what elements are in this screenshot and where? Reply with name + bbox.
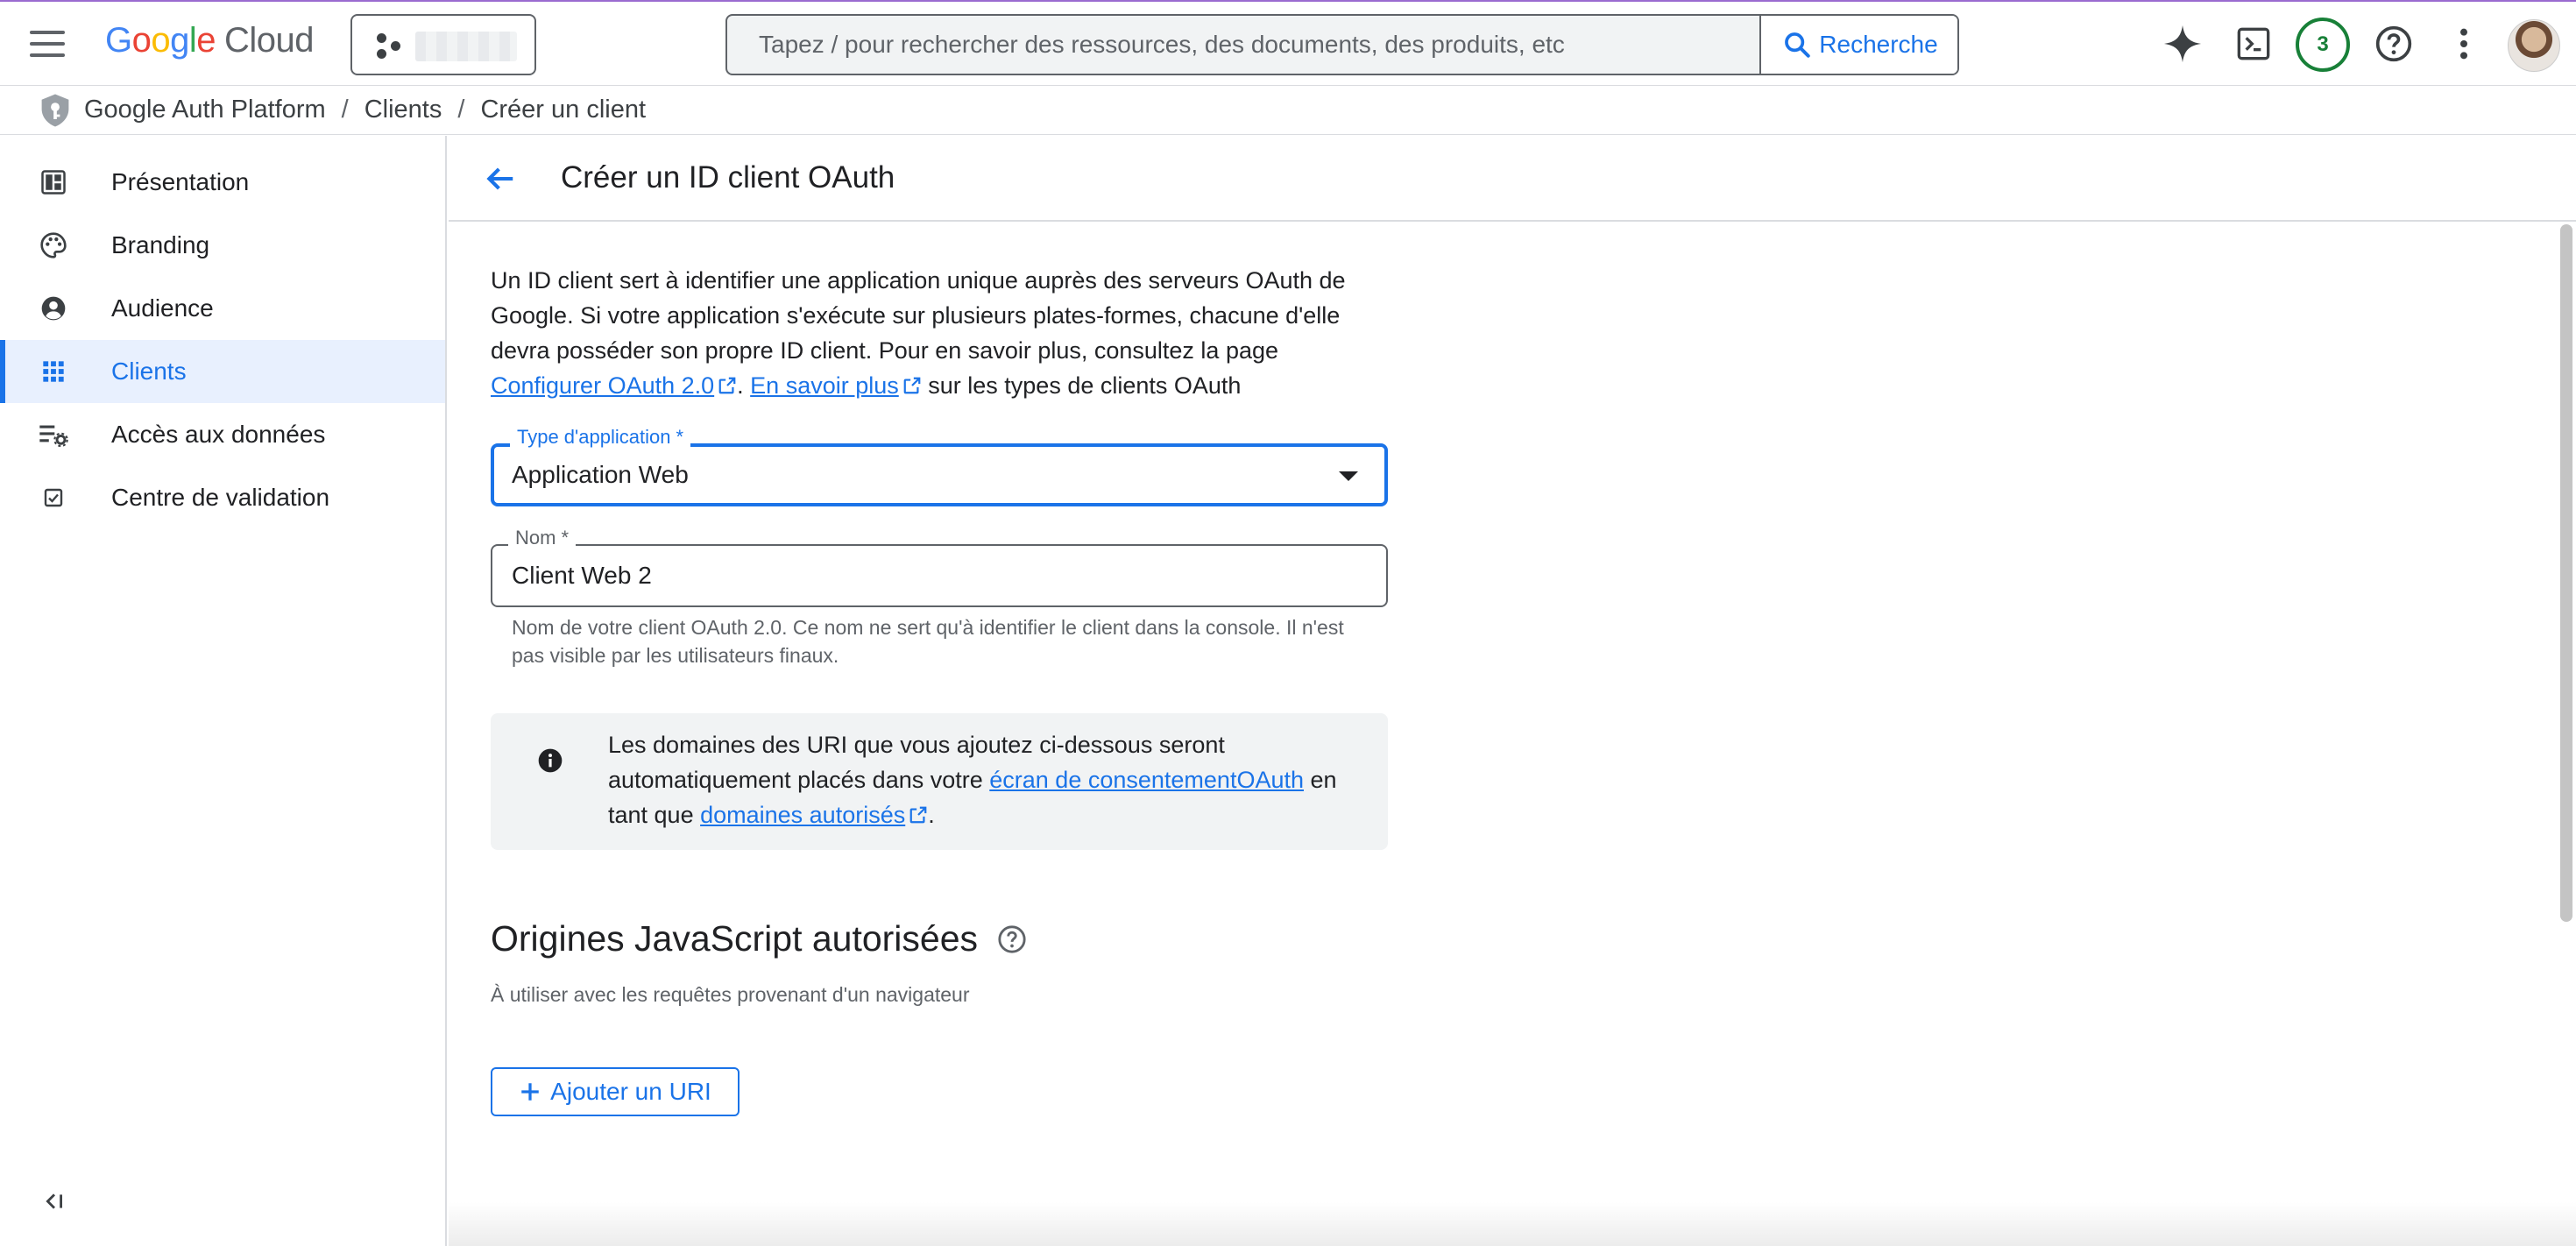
breadcrumb-separator: / [341,96,349,124]
authorized-domains-link[interactable]: domaines autorisés [700,802,905,828]
dropdown-arrow-icon [1339,471,1358,481]
logo-cloud-text: Cloud [224,21,315,60]
js-origins-title-text: Origines JavaScript autorisées [491,918,979,959]
breadcrumb-separator: / [457,96,465,124]
intro-suffix: sur les types de clients OAuth [921,372,1242,399]
breadcrumb-clients[interactable]: Clients [364,96,442,124]
breadcrumb-auth-platform[interactable]: Google Auth Platform [84,96,326,124]
sidebar-item-clients[interactable]: Clients [0,340,445,403]
plus-icon [521,1083,539,1101]
data-settings-icon [39,420,68,450]
top-bar: Google Cloud Recherche 3 [0,0,2576,86]
project-name-redacted [415,32,517,61]
sidebar-item-audience[interactable]: Audience [0,277,445,340]
external-link-icon [903,377,921,394]
more-options-icon[interactable] [2441,21,2487,67]
account-avatar[interactable] [2508,19,2560,72]
consent-screen-link[interactable]: écran de consentementOAuth [989,767,1304,793]
application-type-value: Application Web [512,461,689,488]
search-icon [1785,32,1811,58]
sidebar-item-label: Branding [111,231,210,258]
project-picker-button[interactable] [350,14,536,75]
account-circle-icon [39,294,68,323]
auth-platform-shield-icon [41,94,69,126]
search-bar: Recherche [725,14,1959,75]
back-arrow-icon[interactable] [478,157,522,201]
info-icon [538,748,563,773]
page-header: Créer un ID client OAuth [449,136,2576,222]
js-origins-title: Origines JavaScript autorisées [491,918,1027,959]
gemini-sparkle-icon[interactable] [2160,21,2205,67]
cloud-shell-icon[interactable] [2231,21,2276,67]
main-menu-icon[interactable] [30,31,65,57]
apps-grid-icon [39,357,68,386]
google-cloud-logo[interactable]: Google Cloud [105,21,315,65]
project-icon [377,33,403,60]
sidebar-item-validation-center[interactable]: Centre de validation [0,466,445,529]
sidebar-item-label: Accès aux données [111,421,326,448]
sidebar-item-label: Clients [111,358,187,385]
breadcrumb-create-client: Créer un client [480,96,647,124]
notifications-badge[interactable]: 3 [2296,18,2350,72]
info-banner: Les domaines des URI que vous ajoutez ci… [491,713,1388,850]
info-text: Les domaines des URI que vous ajoutez ci… [608,727,1362,832]
sidebar-item-data-access[interactable]: Accès aux données [0,403,445,466]
sidebar-item-branding[interactable]: Branding [0,214,445,277]
search-button[interactable]: Recherche [1759,16,1957,74]
sidebar-item-presentation[interactable]: Présentation [0,151,445,214]
sidebar-item-label: Audience [111,294,214,322]
palette-icon [39,230,68,260]
breadcrumb: Google Auth Platform / Clients / Créer u… [0,86,2576,135]
page-title: Créer un ID client OAuth [561,160,895,195]
client-name-input[interactable] [492,546,1386,605]
intro-separator: . [737,372,751,399]
learn-more-link[interactable]: En savoir plus [750,372,899,399]
external-link-icon [718,377,736,394]
client-name-helper: Nom de votre client OAuth 2.0. Ce nom ne… [512,616,1344,667]
sidebar-item-label: Présentation [111,168,250,195]
help-icon[interactable] [2371,21,2417,67]
intro-paragraph: Un ID client sert à identifier une appli… [491,263,1376,403]
search-input[interactable] [727,16,1759,74]
add-uri-button[interactable]: Ajouter un URI [491,1067,740,1116]
main-scrollbar[interactable] [2560,224,2572,922]
bottom-shadow [449,1202,2576,1246]
help-circle-icon[interactable] [997,924,1027,954]
intro-text: Un ID client sert à identifier une appli… [491,267,1346,364]
sidebar: Présentation Branding Audience Clients A… [0,136,447,1246]
collapse-sidebar-icon[interactable] [39,1186,70,1217]
add-uri-label: Ajouter un URI [550,1078,711,1105]
application-type-select[interactable]: Type d'application * Application Web [491,426,1388,506]
client-name-field: Nom * [491,527,1388,607]
search-button-label: Recherche [1819,31,1938,58]
application-type-label: Type d'application * [510,426,691,449]
checkbox-icon [39,483,68,513]
dashboard-icon [39,167,68,197]
info-text-suffix: . [928,802,935,828]
configure-oauth-link[interactable]: Configurer OAuth 2.0 [491,372,714,399]
external-link-icon [909,806,927,824]
client-name-label: Nom * [508,527,577,549]
sidebar-item-label: Centre de validation [111,484,330,511]
js-origins-subtitle: À utiliser avec les requêtes provenant d… [491,983,970,1006]
